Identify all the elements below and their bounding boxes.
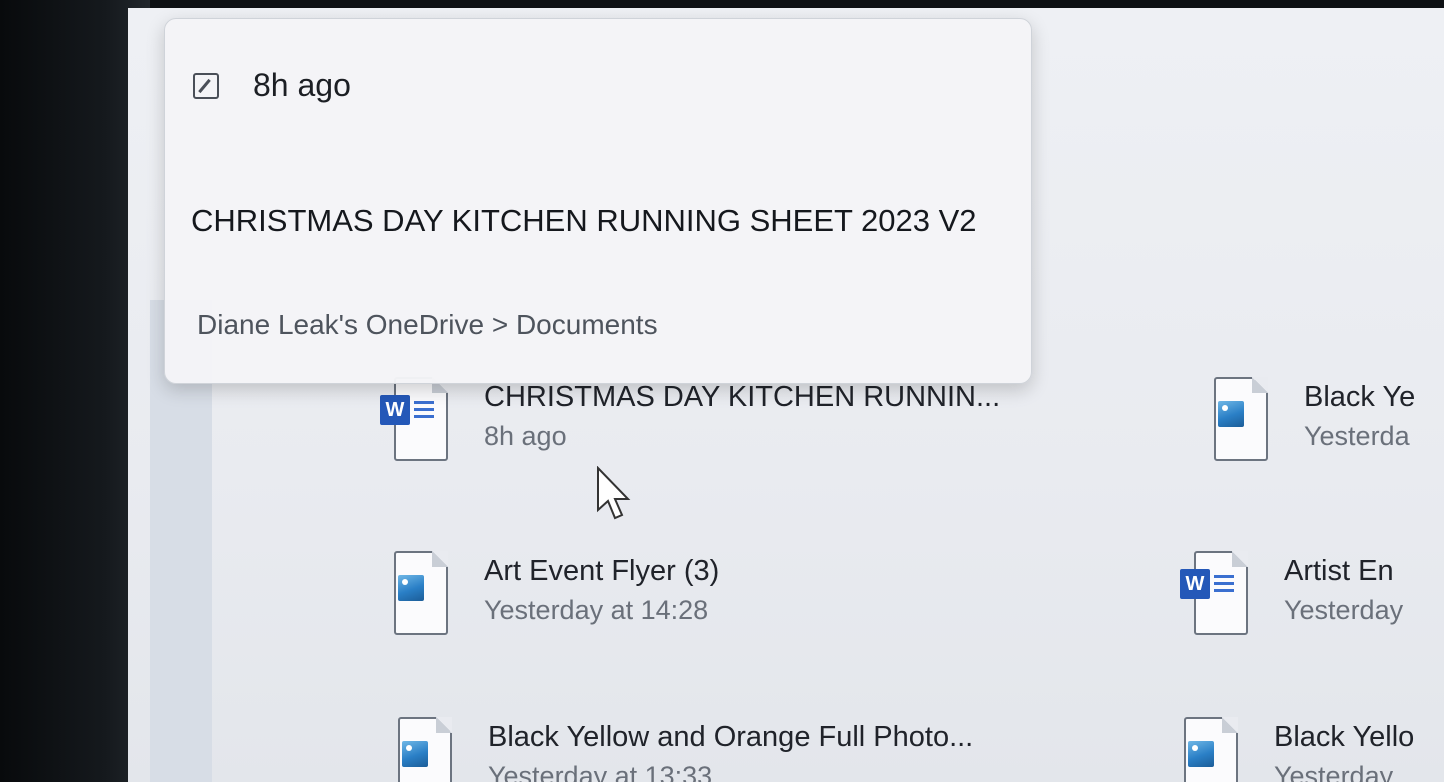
image-file-icon <box>1200 371 1268 463</box>
word-doc-icon: W <box>380 371 448 463</box>
file-time: Yesterda <box>1304 421 1410 451</box>
tooltip-time: 8h ago <box>253 67 351 103</box>
file-time: Yesterday at 13:33 <box>488 761 713 782</box>
recommended-file-item[interactable]: Black Yello Yesterday <box>1170 702 1414 782</box>
recommended-file-item[interactable]: W Artist En Yesterday <box>1180 536 1403 646</box>
tooltip-file-path: Diane Leak's OneDrive > Documents <box>197 309 658 340</box>
image-file-icon <box>380 545 448 637</box>
file-name: Art Event Flyer (3) <box>484 555 720 587</box>
image-file-icon <box>1170 711 1238 782</box>
file-time: 8h ago <box>484 421 567 451</box>
file-name: Black Yellow and Orange Full Photo... <box>488 721 974 753</box>
recommended-file-item[interactable]: Black Yellow and Orange Full Photo... Ye… <box>384 702 973 782</box>
edit-icon <box>193 72 219 99</box>
tooltip-file-title: CHRISTMAS DAY KITCHEN RUNNING SHEET 2023… <box>191 203 977 238</box>
file-time: Yesterday <box>1274 761 1394 782</box>
recommended-file-item[interactable]: Black Ye Yesterda <box>1200 362 1415 472</box>
file-hover-tooltip: 8h ago CHRISTMAS DAY KITCHEN RUNNING SHE… <box>164 18 1032 384</box>
file-time: Yesterday at 14:28 <box>484 595 709 625</box>
file-name: Artist En <box>1284 555 1394 587</box>
photo-of-screen: W CHRISTMAS DAY KITCHEN RUNNIN... 8h ago… <box>0 0 1444 782</box>
image-file-icon <box>384 711 452 782</box>
file-name: Black Yello <box>1274 721 1415 753</box>
recommended-file-item[interactable]: Art Event Flyer (3) Yesterday at 14:28 <box>380 536 719 646</box>
file-time: Yesterday <box>1284 595 1404 625</box>
file-name: Black Ye <box>1304 381 1416 413</box>
word-doc-icon: W <box>1180 545 1248 637</box>
